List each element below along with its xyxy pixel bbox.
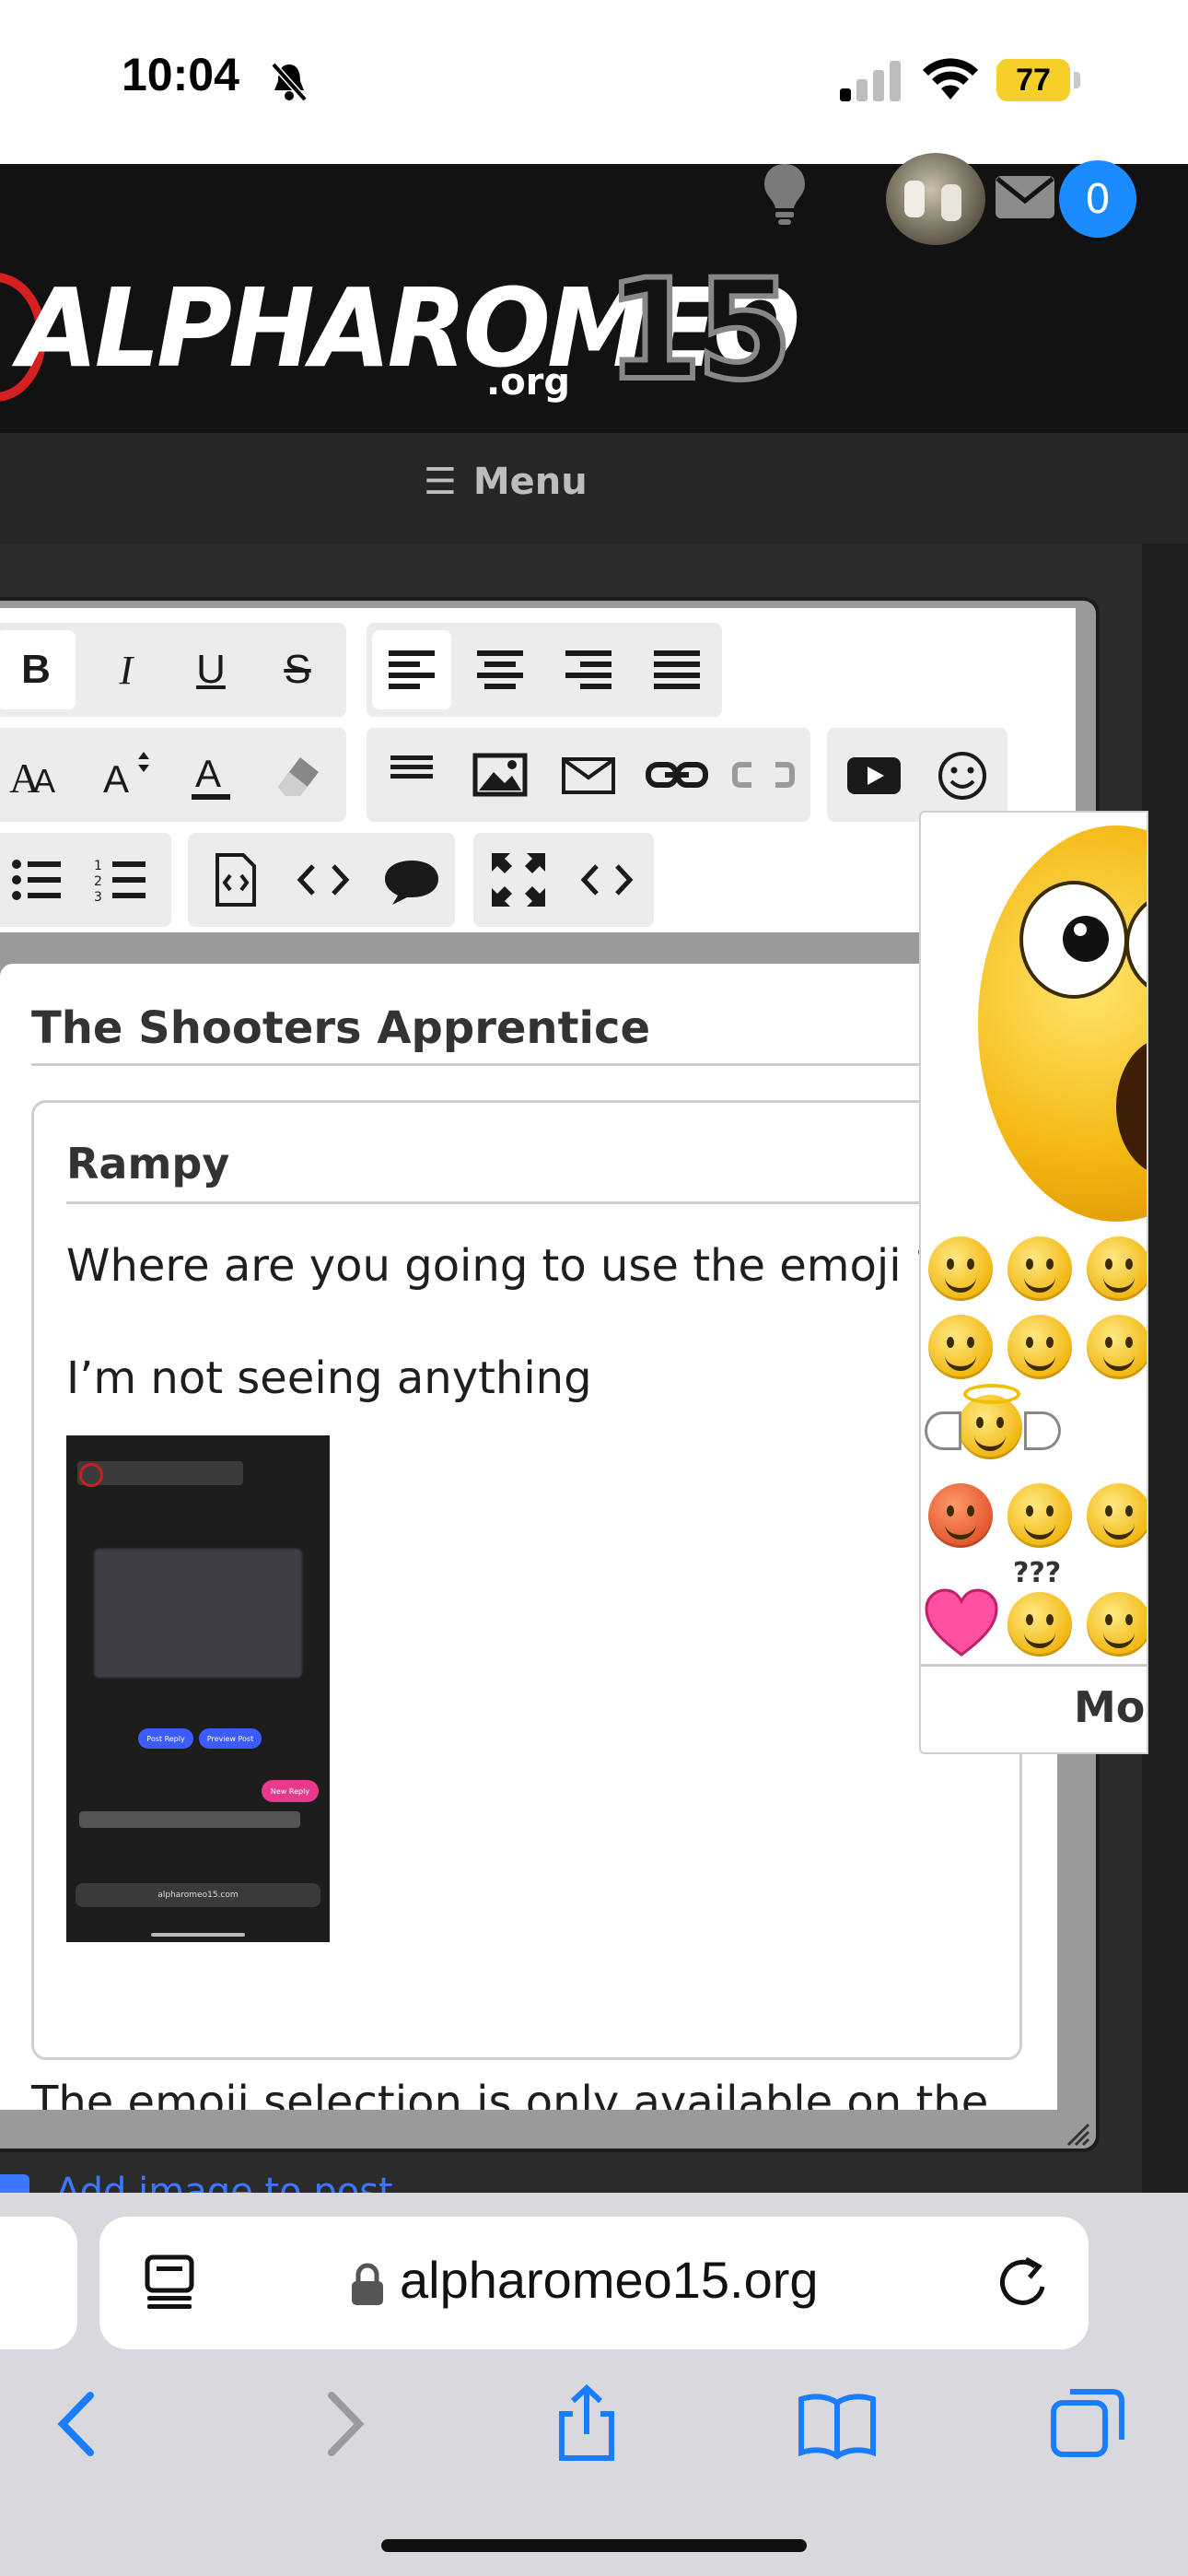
- angel-wing-left: [925, 1411, 961, 1450]
- emoji-smile[interactable]: [928, 1236, 993, 1301]
- home-indicator[interactable]: [381, 2539, 807, 2552]
- underline-button[interactable]: U: [171, 630, 250, 709]
- emoji-grin[interactable]: [1087, 1236, 1147, 1301]
- svg-text:A: A: [195, 752, 221, 795]
- title-divider: [31, 1063, 1044, 1066]
- back-icon[interactable]: [39, 2383, 122, 2465]
- font-family-icon[interactable]: AA: [0, 735, 76, 814]
- quote-line-2: I’m not seeing anything: [66, 1352, 592, 1404]
- align-justify-icon[interactable]: [637, 630, 716, 709]
- battery-level: 77: [996, 59, 1070, 101]
- menu-button[interactable]: ☰ Menu: [424, 461, 588, 503]
- quote-bubble-icon[interactable]: [372, 840, 451, 919]
- emoji-angel[interactable]: [958, 1395, 1022, 1459]
- svg-text:1: 1: [94, 859, 102, 873]
- emoji-divider: [921, 1664, 1147, 1667]
- bold-button[interactable]: B: [0, 630, 76, 709]
- link-icon[interactable]: [637, 735, 716, 814]
- logo-suffix: .org: [486, 361, 571, 404]
- bookmarks-icon[interactable]: [796, 2383, 879, 2465]
- post-title: The Shooters Apprentice: [31, 1002, 650, 1054]
- emoji-skeptical[interactable]: [1087, 1483, 1147, 1548]
- align-left-icon[interactable]: [372, 630, 451, 709]
- fullscreen-icon[interactable]: [479, 840, 558, 919]
- svg-text:A: A: [33, 762, 55, 800]
- tabs-icon[interactable]: [1046, 2383, 1129, 2465]
- emoji-question-marks: ???: [1013, 1557, 1062, 1589]
- strike-button[interactable]: S: [258, 630, 337, 709]
- wifi-icon: [923, 58, 978, 100]
- emoji-angry[interactable]: [928, 1483, 993, 1548]
- svg-text:2: 2: [94, 874, 102, 889]
- image-icon[interactable]: [460, 735, 540, 814]
- emoji-eyeroll[interactable]: [1007, 1315, 1072, 1379]
- paragraph-icon[interactable]: [372, 735, 451, 814]
- bullet-list-icon[interactable]: [0, 840, 76, 919]
- menu-label: Menu: [472, 461, 588, 503]
- thumb-new-reply: New Reply: [262, 1780, 319, 1802]
- nav-menu-bar: [0, 433, 1188, 544]
- share-icon[interactable]: [545, 2383, 628, 2465]
- svg-text:3: 3: [94, 890, 102, 905]
- quote-divider: [66, 1201, 996, 1204]
- forward-icon[interactable]: [300, 2383, 383, 2465]
- avatar[interactable]: [886, 153, 985, 245]
- battery-cap: [1074, 72, 1080, 88]
- angel-halo: [963, 1384, 1020, 1404]
- editor-content[interactable]: The Shooters Apprentice Rampy Where are …: [0, 964, 1057, 2110]
- emoji-happy[interactable]: [928, 1315, 993, 1379]
- svg-text:A: A: [103, 757, 129, 801]
- lock-icon: [352, 2263, 383, 2305]
- emoji-heart[interactable]: [925, 1588, 998, 1658]
- hamburger-icon: ☰: [424, 461, 457, 503]
- quote-line-1: Where are you going to use the emoji ???: [66, 1240, 986, 1292]
- source-code-icon[interactable]: [567, 840, 646, 919]
- right-gutter: [1142, 544, 1188, 2193]
- reader-mode-icon[interactable]: [144, 2254, 195, 2309]
- italic-button[interactable]: I: [87, 630, 166, 709]
- emoji-popup: ??? More: [919, 811, 1148, 1754]
- url-text: alpharomeo15.org: [400, 2251, 819, 2309]
- silent-bell-icon: [271, 62, 308, 102]
- cellular-signal-icon: [840, 61, 901, 101]
- template-icon[interactable]: [195, 840, 274, 919]
- resize-handle-icon[interactable]: [1065, 2121, 1090, 2147]
- numbered-list-icon[interactable]: 123: [81, 840, 160, 919]
- thumb-url: alpharomeo15.com: [76, 1883, 320, 1907]
- emoji-wink[interactable]: [1007, 1236, 1072, 1301]
- envelope-icon[interactable]: [995, 175, 1055, 219]
- emoji-idea[interactable]: [1087, 1592, 1147, 1657]
- previous-tab[interactable]: [0, 2217, 77, 2349]
- reload-icon[interactable]: [995, 2254, 1050, 2313]
- text-color-icon[interactable]: A: [171, 735, 250, 814]
- emoji-preview: [978, 825, 1147, 1222]
- emoji-confused[interactable]: [1087, 1315, 1147, 1379]
- video-icon[interactable]: [834, 735, 914, 814]
- quote-username: Rampy: [66, 1139, 230, 1188]
- angel-wing-right: [1024, 1411, 1061, 1450]
- align-right-icon[interactable]: [549, 630, 628, 709]
- lightbulb-icon[interactable]: [761, 162, 809, 227]
- logo-number: 15: [603, 248, 796, 414]
- emoji-puzzled[interactable]: [1007, 1592, 1072, 1657]
- smiley-icon[interactable]: [923, 735, 1002, 814]
- emoji-thinking[interactable]: [1007, 1483, 1072, 1548]
- notification-badge[interactable]: 0: [1059, 160, 1136, 238]
- attached-screenshot[interactable]: Post Reply Preview Post New Reply alphar…: [66, 1415, 330, 1942]
- code-icon[interactable]: [284, 840, 363, 919]
- unlink-icon[interactable]: [724, 735, 803, 814]
- status-time: 10:04: [122, 49, 239, 100]
- thumb-preview-post: Preview Post: [199, 1728, 262, 1749]
- email-icon[interactable]: [549, 735, 628, 814]
- thumb-post-reply: Post Reply: [138, 1728, 193, 1749]
- eraser-icon[interactable]: [258, 735, 337, 814]
- body-text: The emoji selection is only available on…: [31, 2077, 989, 2110]
- emoji-more-link[interactable]: More: [1074, 1682, 1147, 1732]
- font-size-icon[interactable]: A: [87, 735, 166, 814]
- align-center-icon[interactable]: [460, 630, 540, 709]
